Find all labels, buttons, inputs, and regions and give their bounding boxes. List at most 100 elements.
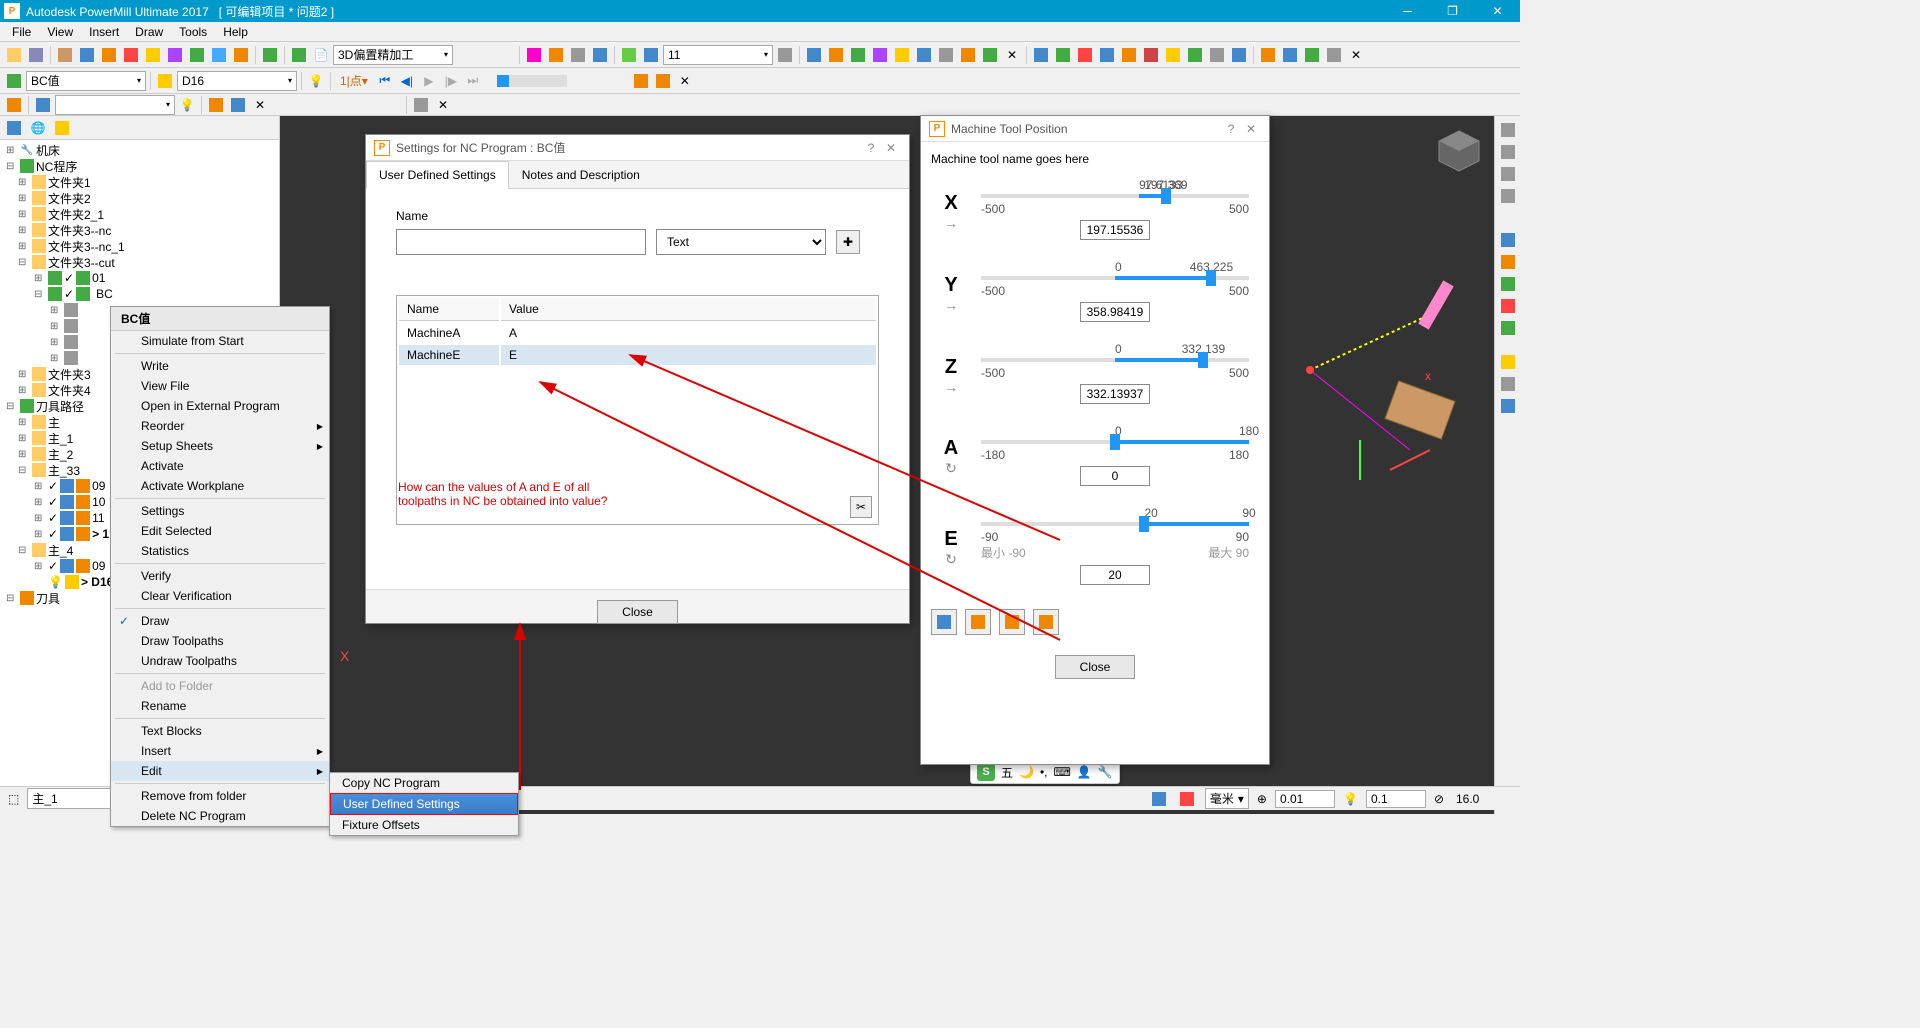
tool-icon-j4[interactable] <box>1324 45 1344 65</box>
sim-icon-a[interactable] <box>631 71 651 91</box>
sub-user-defined[interactable]: User Defined Settings <box>330 793 518 815</box>
tool-icon-i8[interactable] <box>1185 45 1205 65</box>
tree-item-selected[interactable]: BC <box>92 287 117 301</box>
ctx-statistics[interactable]: Statistics <box>111 541 329 561</box>
status-icon-2[interactable] <box>1177 789 1197 809</box>
tree-machine[interactable]: 机床 <box>36 142 60 159</box>
ctx-undraw-toolpaths[interactable]: Undraw Toolpaths <box>111 651 329 671</box>
tool-icon-j1[interactable] <box>1258 45 1278 65</box>
menu-file[interactable]: File <box>4 23 39 41</box>
t3-icon-3[interactable]: 💡 <box>177 95 197 115</box>
tree-item[interactable]: 01 <box>92 271 105 285</box>
ime-moon-icon[interactable]: 🌙 <box>1019 765 1034 779</box>
ime-settings-icon[interactable]: 🔧 <box>1098 765 1113 779</box>
unit-combo[interactable]: 毫米▾ <box>1205 788 1249 809</box>
rt-icon-8[interactable] <box>1498 296 1518 316</box>
ctx-activate-workplane[interactable]: Activate Workplane <box>111 476 329 496</box>
bulb-icon[interactable]: 💡 <box>306 71 326 91</box>
rt-icon-4[interactable] <box>1498 186 1518 206</box>
tool-icon-h6[interactable] <box>914 45 934 65</box>
tool-icon-i10[interactable] <box>1229 45 1249 65</box>
help-icon[interactable]: ? <box>1221 122 1241 136</box>
tree-tp[interactable]: 主_1 <box>48 430 73 447</box>
ctx-settings[interactable]: Settings <box>111 501 329 521</box>
tree-folder[interactable]: 文件夹3 <box>48 366 91 383</box>
tool-icon-i9[interactable] <box>1207 45 1227 65</box>
menu-draw[interactable]: Draw <box>127 23 171 41</box>
open-icon[interactable] <box>4 45 24 65</box>
add-param-button[interactable]: ✚ <box>836 230 860 254</box>
t3-icon-5[interactable] <box>228 95 248 115</box>
type-select[interactable]: Text <box>656 229 826 255</box>
ime-keyboard-icon[interactable]: ⌨ <box>1054 765 1071 779</box>
axis-input-Y[interactable] <box>1080 302 1150 322</box>
axis-slider-A[interactable]: 0180 -180180 <box>971 428 1259 486</box>
tool-icon-5[interactable] <box>187 45 207 65</box>
tool-icon-a[interactable] <box>524 45 544 65</box>
axis-reset-Y[interactable]: → <box>931 297 971 313</box>
axis-reset-A[interactable]: ↻ <box>931 460 971 477</box>
strategy-combo[interactable]: 3D偏置精加工▾ <box>333 45 453 65</box>
close-button[interactable]: Close <box>597 600 678 624</box>
tree-tp[interactable]: 主_4 <box>48 542 73 559</box>
axis-input-X[interactable] <box>1080 220 1150 240</box>
t3-icon-4[interactable] <box>206 95 226 115</box>
tool-icon-i3[interactable] <box>1075 45 1095 65</box>
machine-btn-4[interactable] <box>1033 609 1059 635</box>
tool-icon-6[interactable] <box>209 45 229 65</box>
machine-btn-1[interactable] <box>931 609 957 635</box>
tree-folder[interactable]: 文件夹4 <box>48 382 91 399</box>
ctx-clear-verification[interactable]: Clear Verification <box>111 586 329 606</box>
rt-icon-9[interactable] <box>1498 318 1518 338</box>
close-button[interactable]: Close <box>1055 655 1136 679</box>
axis-reset-E[interactable]: ↻ <box>931 551 971 568</box>
tool-icon-2[interactable] <box>121 45 141 65</box>
tool-icon-h10[interactable]: ✕ <box>1002 45 1022 65</box>
strategy-picker-icon[interactable]: 📄 <box>311 45 331 65</box>
menu-tools[interactable]: Tools <box>171 23 215 41</box>
prev-icon[interactable]: ◀| <box>397 71 417 91</box>
machine-btn-2[interactable] <box>965 609 991 635</box>
rapid-icon[interactable] <box>77 45 97 65</box>
minimize-button[interactable]: ─ <box>1385 0 1430 22</box>
tree-tp[interactable]: 主_33 <box>48 462 80 479</box>
view-cube-icon[interactable] <box>1434 126 1484 176</box>
axis-slider-X[interactable]: 97.6133197.369 -500500 <box>971 182 1259 240</box>
ctx-text-blocks[interactable]: Text Blocks <box>111 721 329 741</box>
tool-icon-c[interactable] <box>568 45 588 65</box>
tree-tpn[interactable]: > 1 <box>92 527 109 541</box>
ctx-add-to-folder[interactable]: Add to Folder <box>111 676 329 696</box>
next-icon[interactable]: |▶ <box>441 71 461 91</box>
t3-close-icon-2[interactable]: ✕ <box>433 95 453 115</box>
tree-folder[interactable]: 文件夹3--cut <box>48 254 115 271</box>
tool-icon-1[interactable] <box>99 45 119 65</box>
sub-copy-nc[interactable]: Copy NC Program <box>330 773 518 793</box>
nc-combo[interactable]: BC值▾ <box>26 71 146 91</box>
menu-view[interactable]: View <box>39 23 81 41</box>
tool-icon-i6[interactable] <box>1141 45 1161 65</box>
ctx-insert[interactable]: Insert <box>111 741 329 761</box>
menu-insert[interactable]: Insert <box>81 23 127 41</box>
tool-icon-g[interactable] <box>775 45 795 65</box>
tool-icon-f[interactable] <box>641 45 661 65</box>
tool-icon-7[interactable] <box>231 45 251 65</box>
tool-icon-h4[interactable] <box>870 45 890 65</box>
tree-tp[interactable]: 主_2 <box>48 446 73 463</box>
rt-icon-1[interactable] <box>1498 120 1518 140</box>
close-icon[interactable]: ✕ <box>1241 122 1261 136</box>
tool-icon-j5[interactable]: ✕ <box>1346 45 1366 65</box>
skip-end-icon[interactable]: ⏭ <box>463 71 483 91</box>
rt-icon-10[interactable] <box>1498 352 1518 372</box>
tree-tb-2[interactable]: 🌐 <box>28 118 48 138</box>
ctx-simulate-from-start[interactable]: Simulate from Start <box>111 331 329 351</box>
tool-icon-i1[interactable] <box>1031 45 1051 65</box>
ime-user-icon[interactable]: 👤 <box>1077 765 1092 779</box>
ctx-activate[interactable]: Activate <box>111 456 329 476</box>
help-icon[interactable]: ? <box>861 141 881 155</box>
block-icon[interactable] <box>55 45 75 65</box>
ctx-delete-nc-program[interactable]: Delete NC Program <box>111 806 329 826</box>
axis-input-E[interactable] <box>1080 565 1150 585</box>
rt-icon-12[interactable] <box>1498 396 1518 416</box>
tool-icon-i2[interactable] <box>1053 45 1073 65</box>
tool-icon-h1[interactable] <box>804 45 824 65</box>
